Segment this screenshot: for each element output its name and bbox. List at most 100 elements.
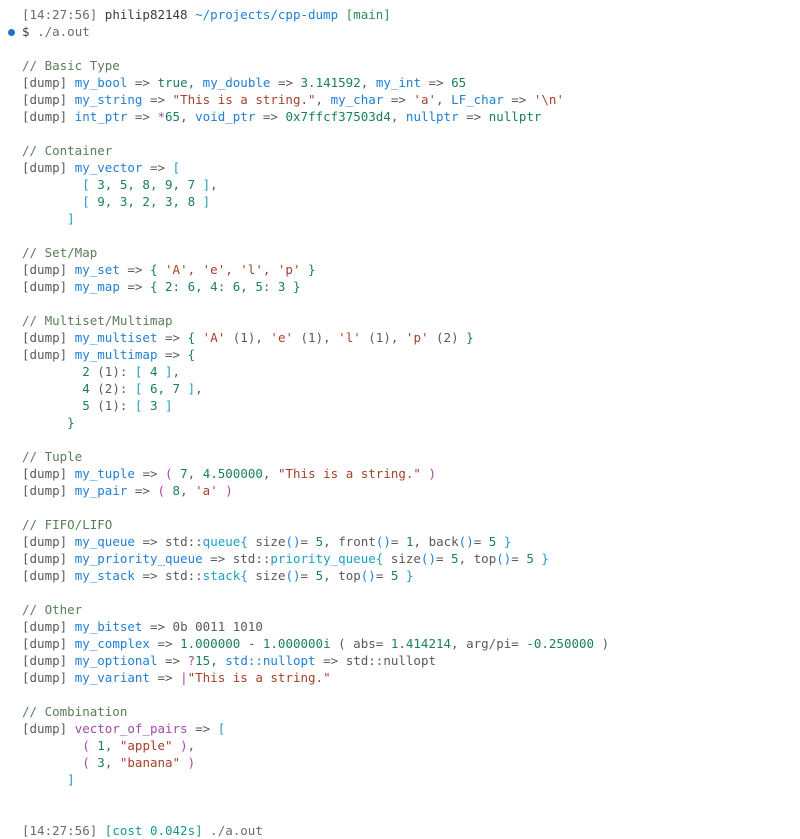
comma: ,: [458, 551, 474, 566]
dump-line-my-variant: [dump] my_variant => |"This is a string.…: [0, 669, 800, 686]
value-int-ptr: 65: [165, 109, 181, 124]
multimap-values: 4: [142, 364, 166, 379]
pair-value: "banana": [119, 755, 181, 770]
comma: ,: [360, 75, 376, 90]
close-paren-icon: ): [420, 466, 437, 481]
value-size: 5: [451, 551, 459, 566]
open-brace-icon: {: [149, 279, 158, 294]
multiset-key: 'A': [195, 330, 226, 345]
complex-abs-value: 1.414214: [390, 636, 452, 651]
var-int-ptr: int_ptr: [74, 109, 128, 124]
deref-icon: *: [157, 109, 166, 124]
complex-arg-value: -0.250000: [526, 636, 595, 651]
arrow-icon: =>: [157, 670, 173, 685]
terminal-window[interactable]: [14:27:56] philip82148 ~/projects/cpp-du…: [0, 0, 800, 838]
var-my-tuple: my_tuple: [74, 466, 135, 481]
value-my-int: 65: [451, 75, 467, 90]
dump-tag: [dump]: [22, 483, 68, 498]
multiset-count: (1): [293, 330, 324, 345]
dump-line-my-vector: [dump] my_vector => [: [0, 159, 800, 176]
value-my-optional: 15: [195, 653, 211, 668]
complex-imag: 1.000000i: [262, 636, 331, 651]
section-comment-container: // Container: [0, 142, 800, 159]
value-my-string: "This is a string.": [172, 92, 316, 107]
dump-line-my-complex: [dump] my_complex => 1.000000 - 1.000000…: [0, 635, 800, 652]
method-back: back: [428, 534, 459, 549]
var-void-ptr: void_ptr: [195, 109, 256, 124]
type-stack: stack: [202, 568, 241, 583]
dump-tag: [dump]: [22, 75, 68, 90]
close-brace-icon: }: [398, 568, 414, 583]
dump-tag: [dump]: [22, 721, 68, 736]
var-my-char: my_char: [330, 92, 384, 107]
comment-text: // Other: [22, 602, 83, 617]
footer-cost-badge: [cost 0.042s]: [104, 823, 203, 838]
arrow-icon: =>: [390, 92, 406, 107]
open-brace-icon: {: [187, 330, 196, 345]
var-my-bool: my_bool: [74, 75, 128, 90]
value-size: 5: [315, 534, 324, 549]
dump-line-my-multiset: [dump] my_multiset => { 'A' (1), 'e' (1)…: [0, 329, 800, 346]
var-nullptr: nullptr: [405, 109, 459, 124]
var-my-map: my_map: [74, 279, 120, 294]
comment-text: // Multiset/Multimap: [22, 313, 173, 328]
var-my-vector: my_vector: [74, 160, 143, 175]
multimap-values: 3: [142, 398, 166, 413]
paren-icon: (): [496, 551, 512, 566]
multimap-row-3: 5 (1): [ 3 ]: [0, 397, 800, 414]
close-brace-icon: }: [67, 415, 75, 430]
equals: =: [473, 534, 489, 549]
pairs-row-2: ( 3, "banana" ): [0, 754, 800, 771]
pair-value-char: 'a': [195, 483, 218, 498]
prompt-header-line: [14:27:56] philip82148 ~/projects/cpp-du…: [0, 6, 800, 23]
equals: =: [375, 568, 391, 583]
vector-row-values: 9, 3, 2, 3, 8: [89, 194, 203, 209]
value-my-char: 'a': [413, 92, 436, 107]
value-my-variant: "This is a string.": [187, 670, 331, 685]
method-top: top: [338, 568, 361, 583]
open-bracket-icon: [: [172, 160, 181, 175]
dump-tag: [dump]: [22, 109, 68, 124]
multiset-count: (1): [360, 330, 391, 345]
method-size: size: [247, 568, 286, 583]
close-brace-icon: }: [496, 534, 512, 549]
prompt-timestamp: [14:27:56]: [22, 7, 98, 22]
pair-key: 3: [89, 755, 105, 770]
arrow-icon: =>: [428, 75, 444, 90]
tuple-value-int: 7: [172, 466, 188, 481]
multiset-key: 'e': [270, 330, 293, 345]
comma: ,: [210, 653, 226, 668]
std-namespace: std::: [165, 568, 203, 583]
set-values: 'A', 'e', 'l', 'p': [157, 262, 309, 277]
comma: ,: [323, 568, 339, 583]
dump-line-my-tuple: [dump] my_tuple => ( 7, 4.500000, "This …: [0, 465, 800, 482]
tuple-value-double: 4.500000: [202, 466, 263, 481]
arrow-icon: =>: [127, 262, 143, 277]
comma: ,: [187, 466, 203, 481]
dump-line-my-bool: [dump] my_bool => true, my_double => 3.1…: [0, 74, 800, 91]
paren-icon: (): [360, 568, 376, 583]
prompt-command-line[interactable]: $ ./a.out: [0, 23, 800, 40]
prompt-git-branch: [main]: [345, 7, 391, 22]
arrow-icon: =>: [195, 721, 211, 736]
arrow-icon: =>: [142, 534, 158, 549]
map-values: 2: 6, 4: 6, 5: 3: [157, 279, 293, 294]
dump-tag: [dump]: [22, 347, 68, 362]
arrow-icon: =>: [165, 347, 181, 362]
multimap-values: 6, 7: [142, 381, 188, 396]
multimap-key: 2: [82, 364, 90, 379]
multimap-row-2: 4 (2): [ 6, 7 ],: [0, 380, 800, 397]
prompt-username: philip82148: [104, 7, 188, 22]
variant-marker-icon: |: [180, 670, 188, 685]
close-paren-icon: ): [180, 755, 196, 770]
complex-real: 1.000000: [180, 636, 241, 651]
comma: ,: [262, 466, 278, 481]
open-paren-icon: (: [82, 755, 90, 770]
equals: =: [300, 534, 316, 549]
